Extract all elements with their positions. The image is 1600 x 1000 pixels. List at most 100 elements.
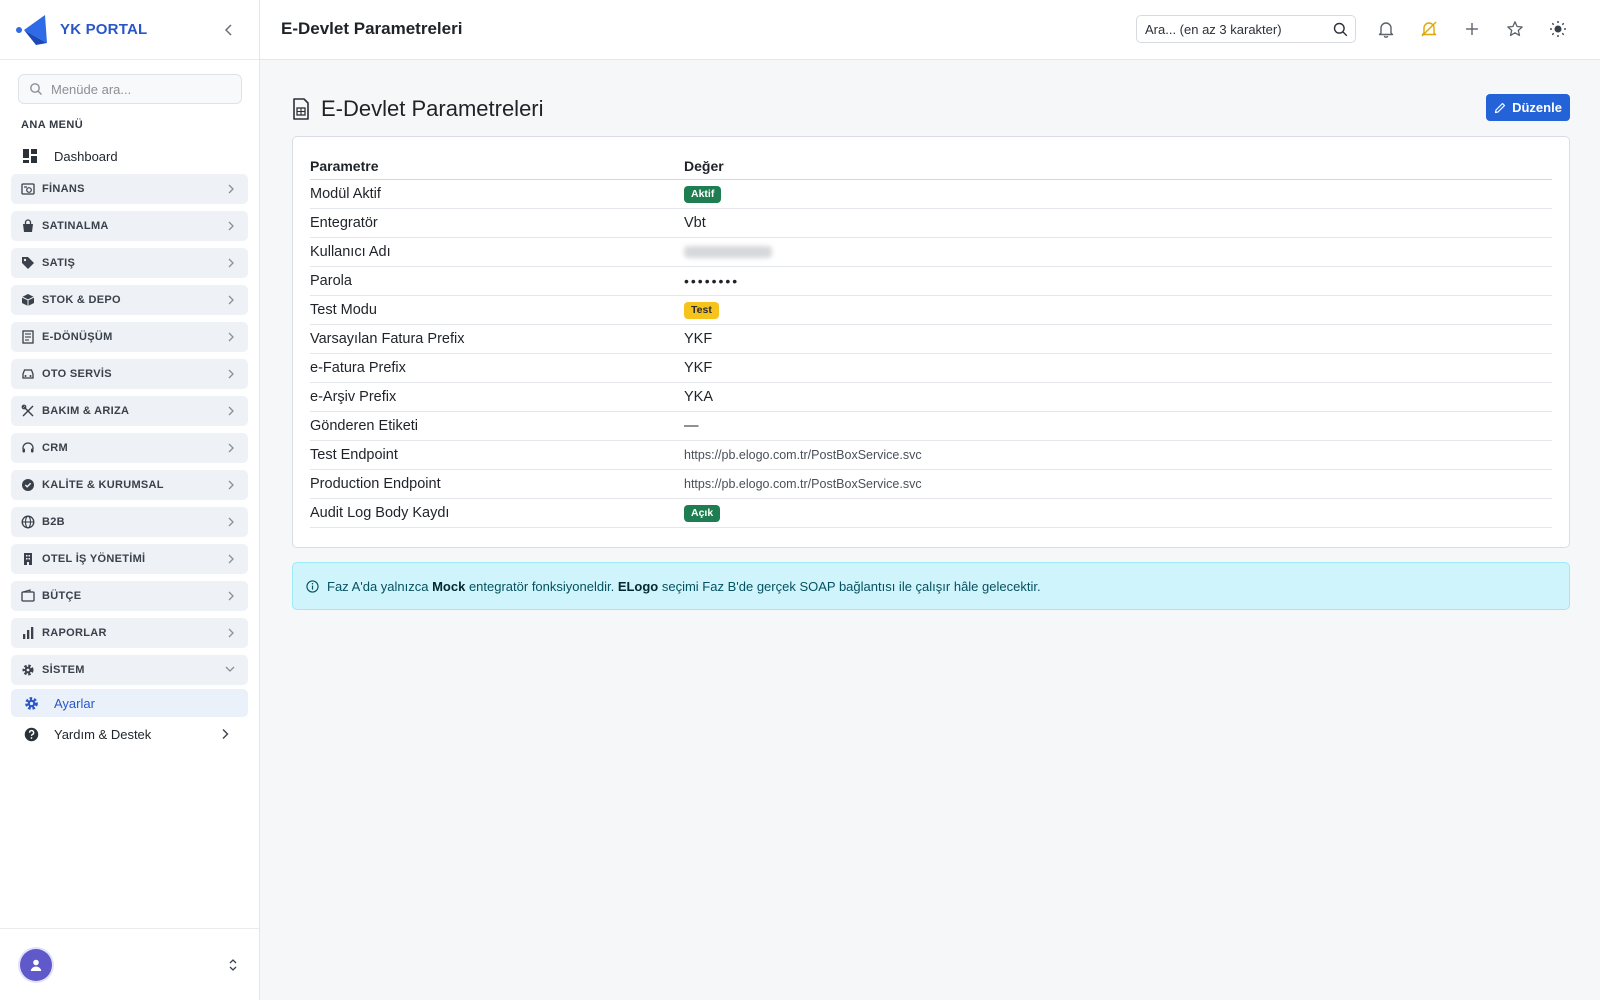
tag-icon (22, 257, 34, 269)
sidebar-group-bakim-ariza[interactable]: BAKIM & ARIZA (11, 396, 248, 426)
sidebar-item-ayarlar[interactable]: Ayarlar (11, 689, 248, 717)
sidebar-group-butce[interactable]: BÜTÇE (11, 581, 248, 611)
sidebar-group-e-donusum[interactable]: E-DÖNÜŞÜM (11, 322, 248, 352)
sun-icon[interactable] (1549, 20, 1567, 38)
sidebar-item-label: Dashboard (54, 148, 118, 164)
header-title: E-Devlet Parametreleri (281, 19, 463, 38)
sidebar-group-raporlar[interactable]: RAPORLAR (11, 618, 248, 648)
sidebar-group-otel-is-yonetimi[interactable]: OTEL İŞ YÖNETİMİ (11, 544, 248, 574)
table-row: Production Endpoint https://pb.elogo.com… (310, 469, 1552, 499)
dashboard-icon (23, 149, 37, 163)
param-name: Modül Aktif (310, 179, 684, 209)
sidebar-item-help[interactable]: Yardım & Destek (11, 720, 248, 748)
car-icon (22, 369, 34, 379)
table-row: Audit Log Body Kaydı Açık (310, 498, 1552, 528)
param-value: Vbt (684, 208, 1552, 238)
chevron-right-icon (228, 554, 234, 564)
param-name: e-Arşiv Prefix (310, 382, 684, 412)
sidebar-group-crm[interactable]: CRM (11, 433, 248, 463)
edit-button-label: Düzenle (1512, 100, 1562, 115)
info-alert-text: Faz A'da yalnızca Mock entegratör fonksi… (327, 579, 1041, 594)
parameters-card: Parametre Değer Modül Aktif Aktif Entegr… (292, 136, 1570, 548)
table-row: Test Modu Test (310, 295, 1552, 325)
param-value: YKA (684, 382, 1552, 412)
chevron-right-icon (228, 258, 234, 268)
sidebar-item-dashboard[interactable]: Dashboard (12, 143, 248, 169)
plus-icon[interactable] (1463, 20, 1481, 38)
table-header-row: Parametre Değer (310, 151, 1552, 180)
chevron-right-icon (228, 221, 234, 231)
param-value: Aktif (684, 179, 1552, 209)
shopping-bag-icon (23, 219, 33, 232)
tools-icon (21, 404, 34, 417)
chevron-right-icon (228, 332, 234, 342)
chevron-right-icon (228, 517, 234, 527)
sidebar-footer (0, 928, 259, 1000)
table-row: Test Endpoint https://pb.elogo.com.tr/Po… (310, 440, 1552, 470)
pencil-icon (1494, 102, 1506, 113)
bell-off-icon[interactable] (1420, 20, 1438, 38)
main-content: E-Devlet Parametreleri Düzenle Parametre… (260, 60, 1600, 1000)
menu-search[interactable] (18, 74, 242, 104)
gear-icon (22, 664, 34, 676)
sidebar-group-label: BAKIM & ARIZA (42, 405, 130, 417)
global-search[interactable] (1136, 15, 1356, 43)
param-value: YKF (684, 324, 1552, 354)
edit-button[interactable]: Düzenle (1486, 94, 1570, 121)
search-icon[interactable] (1333, 22, 1348, 37)
sidebar-group-sistem[interactable]: SİSTEM (11, 655, 248, 685)
sidebar-group-stok-depo[interactable]: STOK & DEPO (11, 285, 248, 315)
param-name: Test Endpoint (310, 440, 684, 470)
param-name: Kullanıcı Adı (310, 237, 684, 267)
sidebar-group-label: SATINALMA (42, 220, 109, 232)
building-icon (24, 553, 32, 565)
param-name: Entegratör (310, 208, 684, 238)
wallet-icon (21, 589, 35, 602)
avatar[interactable] (20, 949, 52, 981)
sidebar-group-kalite-kurumsal[interactable]: KALİTE & KURUMSAL (11, 470, 248, 500)
page-title: E-Devlet Parametreleri (321, 96, 544, 121)
param-name: Parola (310, 266, 684, 296)
param-value (684, 237, 1552, 267)
table-row: Modül Aktif Aktif (310, 179, 1552, 209)
info-icon (306, 579, 319, 593)
settings-icon (25, 696, 38, 710)
brand-name: YK PORTAL (60, 21, 148, 38)
bar-chart-icon (23, 627, 34, 639)
sidebar-group-label: BÜTÇE (42, 590, 82, 602)
brand[interactable]: YK PORTAL (0, 0, 259, 60)
param-value: Açık (684, 498, 1552, 528)
chevron-right-icon (228, 184, 234, 194)
param-value: https://pb.elogo.com.tr/PostBoxService.s… (684, 440, 1552, 470)
global-search-input[interactable] (1145, 21, 1325, 37)
menu-search-input[interactable] (51, 81, 231, 97)
param-name: Production Endpoint (310, 469, 684, 499)
section-label: ANA MENÜ (21, 119, 84, 131)
sidebar: YK PORTAL ANA MENÜ Dashboard FİNANS SATI… (0, 0, 260, 1000)
sidebar-group-satinalma[interactable]: SATINALMA (11, 211, 248, 241)
chevron-right-icon (228, 443, 234, 453)
sidebar-group-label: SATIŞ (42, 257, 76, 269)
parameters-table: Parametre Değer Modül Aktif Aktif Entegr… (310, 151, 1552, 528)
search-icon (30, 83, 42, 95)
sidebar-group-oto-servis[interactable]: OTO SERVİS (11, 359, 248, 389)
collapse-sidebar-icon[interactable] (221, 22, 237, 38)
chevron-up-down-icon[interactable] (227, 957, 239, 973)
alert-text-bold: Mock (432, 578, 466, 594)
page-header: E-Devlet Parametreleri (292, 96, 544, 122)
status-badge: Aktif (684, 185, 722, 203)
chevron-right-icon (228, 480, 234, 490)
sidebar-group-finans[interactable]: FİNANS (11, 174, 248, 204)
sidebar-group-label: FİNANS (42, 183, 85, 195)
star-icon[interactable] (1506, 20, 1524, 38)
globe-icon (21, 515, 35, 529)
sidebar-group-label: OTO SERVİS (42, 368, 112, 380)
topbar: E-Devlet Parametreleri (260, 0, 1600, 60)
column-header-value: Değer (684, 151, 1552, 180)
sidebar-group-label: CRM (42, 442, 68, 454)
brand-logo-icon (16, 14, 47, 45)
sidebar-group-b2b[interactable]: B2B (11, 507, 248, 537)
headset-icon (22, 442, 34, 453)
sidebar-group-satis[interactable]: SATIŞ (11, 248, 248, 278)
bell-icon[interactable] (1377, 20, 1395, 38)
